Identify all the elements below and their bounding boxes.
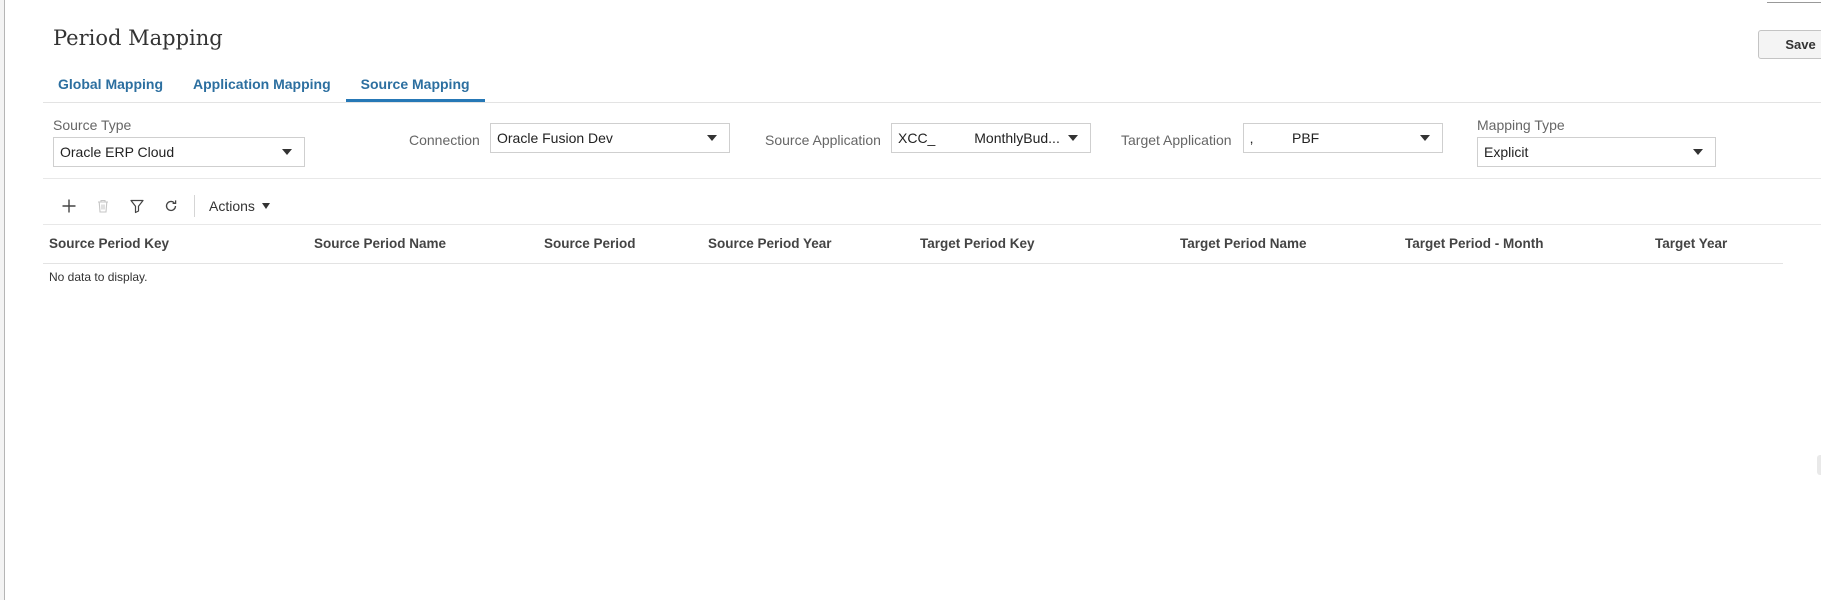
toolbar-separator	[194, 195, 195, 217]
page-title: Period Mapping	[53, 26, 223, 50]
tab-global-mapping[interactable]: Global Mapping	[43, 74, 178, 102]
mapping-type-value: Explicit	[1484, 144, 1529, 160]
grid-toolbar: Actions	[52, 192, 276, 220]
filter-icon	[130, 199, 144, 214]
target-application-value: ‚ PBF	[1250, 130, 1320, 146]
connection-select[interactable]: Oracle Fusion Dev	[490, 123, 730, 153]
delete-button[interactable]	[86, 192, 120, 220]
filter-button[interactable]	[120, 192, 154, 220]
refresh-button[interactable]	[154, 192, 188, 220]
filters-divider	[43, 178, 1821, 179]
refresh-icon	[165, 200, 177, 212]
target-application-select[interactable]: ‚ PBF	[1243, 123, 1443, 153]
mapping-tabs: Global Mapping Application Mapping Sourc…	[43, 74, 485, 102]
empty-table-message: No data to display.	[49, 270, 148, 284]
source-application-value: XCC_ MonthlyBud...	[898, 130, 1060, 146]
connection-value: Oracle Fusion Dev	[497, 130, 613, 146]
tab-source-mapping[interactable]: Source Mapping	[345, 74, 485, 102]
save-button[interactable]: Save	[1758, 30, 1821, 59]
mapping-type-select[interactable]: Explicit	[1477, 137, 1716, 167]
chevron-down-icon	[1068, 135, 1078, 141]
mapping-type-label: Mapping Type	[1477, 117, 1565, 133]
delete-icon	[98, 199, 108, 213]
add-icon	[62, 199, 76, 213]
tab-application-mapping[interactable]: Application Mapping	[178, 74, 346, 102]
actions-label: Actions	[209, 198, 255, 214]
chevron-down-icon	[282, 149, 292, 155]
actions-menu-button[interactable]: Actions	[203, 198, 276, 214]
source-type-select[interactable]: Oracle ERP Cloud	[53, 137, 305, 167]
chevron-down-icon	[707, 135, 717, 141]
connection-label: Connection	[409, 132, 480, 148]
column-header-target-year[interactable]: Target Year	[1655, 225, 1727, 263]
chevron-down-icon	[1420, 135, 1430, 141]
source-type-value: Oracle ERP Cloud	[60, 144, 175, 160]
column-header-source-period-key[interactable]: Source Period Key	[49, 225, 169, 263]
tabs-divider	[43, 102, 1821, 103]
chevron-down-icon	[1693, 149, 1703, 155]
window-left-edge	[0, 0, 5, 600]
chevron-down-icon	[261, 203, 270, 209]
target-application-label: Target Application	[1121, 132, 1232, 148]
column-header-target-period-name[interactable]: Target Period Name	[1180, 225, 1307, 263]
side-panel-handle[interactable]	[1817, 455, 1821, 475]
column-header-source-period-name[interactable]: Source Period Name	[314, 225, 446, 263]
column-header-source-period-year[interactable]: Source Period Year	[708, 225, 832, 263]
table-header-row: Source Period Key Source Period Name Sou…	[43, 225, 1783, 264]
column-header-target-period-month[interactable]: Target Period - Month	[1405, 225, 1544, 263]
source-application-select[interactable]: XCC_ MonthlyBud...	[891, 123, 1091, 153]
column-header-source-period[interactable]: Source Period	[544, 225, 636, 263]
source-type-label: Source Type	[53, 117, 132, 133]
source-application-label: Source Application	[765, 132, 881, 148]
add-button[interactable]	[52, 192, 86, 220]
column-header-target-period-key[interactable]: Target Period Key	[920, 225, 1035, 263]
window-frame-fragment	[1767, 0, 1821, 3]
